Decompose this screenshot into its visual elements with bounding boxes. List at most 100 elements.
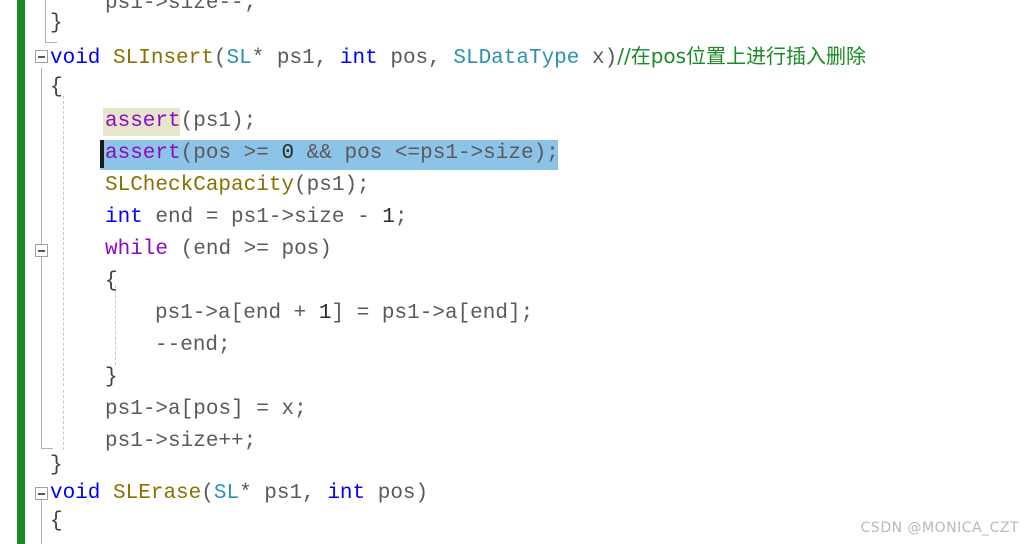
code-token: { [50,76,63,99]
code-token: end [193,238,244,261]
code-token: SLInsert [113,47,214,70]
code-line[interactable]: } [0,362,1031,394]
code-token: ( [294,174,307,197]
code-token: + [293,302,319,325]
code-line-text: { [50,72,63,104]
code-line-text: while (end >= pos) [105,234,332,266]
code-line[interactable]: --end; [0,330,1031,362]
code-token: ; [394,206,408,229]
code-token: ); [344,174,370,197]
code-line[interactable]: assert(pos >= 0 && pos <=ps1->size); [0,138,1031,170]
code-line-text: assert(ps1); [105,106,256,138]
code-token: ps1 [420,142,458,165]
code-token: { [50,510,63,533]
code-token: ps1 [306,174,345,197]
code-token: int [105,206,143,229]
code-line-text: SLCheckCapacity(ps1); [105,170,370,202]
code-token: * [239,482,265,505]
code-line[interactable]: assert(ps1); [0,106,1031,138]
code-line-text: { [105,266,118,298]
code-token: [ [180,398,194,421]
code-token: a [444,302,458,325]
code-token: ) [604,47,618,70]
code-token: -> [192,302,219,325]
code-token: pos [365,482,416,505]
code-token: ]; [507,302,534,325]
code-token: while [105,238,169,261]
code-token: ] = [231,398,282,421]
code-text-area[interactable]: ps1->size--;} void SLInsert(SL* ps1, int … [0,0,1031,544]
code-token: -- [155,334,181,357]
code-token: pos [344,142,395,165]
code-line[interactable]: SLCheckCapacity(ps1); [0,170,1031,202]
code-token: a [218,302,231,325]
code-token: size [483,142,534,165]
code-token: ps1 [231,206,269,229]
code-token: ); [533,142,559,165]
code-token: >= [243,238,282,261]
code-token: 1 [382,206,395,229]
code-token: x [579,47,605,70]
code-token: end [243,302,294,325]
code-token: size [294,206,358,229]
code-token: ps1, [264,482,328,505]
code-token: ps1 [193,110,232,133]
code-line[interactable]: void SLInsert(SL* ps1, int pos, SLDataTy… [0,40,1031,72]
code-token: ps1 [155,302,193,325]
code-line[interactable]: ps1->a[end + 1] = ps1->a[end]; [0,298,1031,330]
code-token: SL [213,482,240,505]
code-token: ( [180,142,194,165]
code-line-text: assert(pos >= 0 && pos <=ps1->size); [105,138,559,170]
code-token: pos [193,398,232,421]
code-token: ( [213,47,227,70]
code-token: assert [105,110,181,133]
code-token: ] = [331,302,382,325]
code-token: 0 [281,142,295,165]
code-token: ) [319,238,332,261]
code-line-text: void SLInsert(SL* ps1, int pos, SLDataTy… [50,40,866,75]
code-line[interactable]: { [0,266,1031,298]
code-line-text: } [105,362,118,394]
code-token: } [50,454,63,477]
code-token: -> [419,302,445,325]
code-token: pos, [377,47,454,70]
code-token: ; [294,398,307,421]
code-line[interactable]: while (end >= pos) [0,234,1031,266]
code-token: end [180,334,219,357]
code-token: ps1 [381,302,420,325]
code-line-text: --end; [155,330,231,362]
code-token: SLDataType [453,47,580,70]
code-token: end = [142,206,232,229]
code-token: int [339,47,378,70]
code-token: >= [243,142,282,165]
code-line-text: int end = ps1->size - 1; [105,202,408,234]
code-editor-window: ps1->size--;} void SLInsert(SL* ps1, int … [0,0,1031,544]
code-token: pos [281,238,320,261]
code-line-text: ps1->a[pos] = x; [105,394,307,426]
code-token: ( [201,482,214,505]
code-token: && [294,142,345,165]
code-token: - [357,206,383,229]
code-token: 1 [318,302,332,325]
code-line[interactable]: int end = ps1->size - 1; [0,202,1031,234]
code-token: a [168,398,181,421]
code-token: -> [457,142,484,165]
code-token: -> [268,206,295,229]
code-line[interactable]: { [0,72,1031,104]
code-line[interactable]: } [0,8,1031,40]
code-token: x [281,398,295,421]
code-token: ps1 [105,398,143,421]
code-token: SLErase [113,482,202,505]
code-token: } [50,12,63,35]
code-token: * [251,47,277,70]
code-line-text: } [50,8,63,40]
code-token: //在pos位置上进行插入删除 [617,44,867,68]
code-line[interactable]: ps1->a[pos] = x; [0,394,1031,426]
code-token: } [105,366,118,389]
code-line-text: ps1->a[end + 1] = ps1->a[end]; [155,298,533,330]
code-token: <= [394,142,421,165]
text-caret [100,140,104,168]
code-token: { [105,270,118,293]
